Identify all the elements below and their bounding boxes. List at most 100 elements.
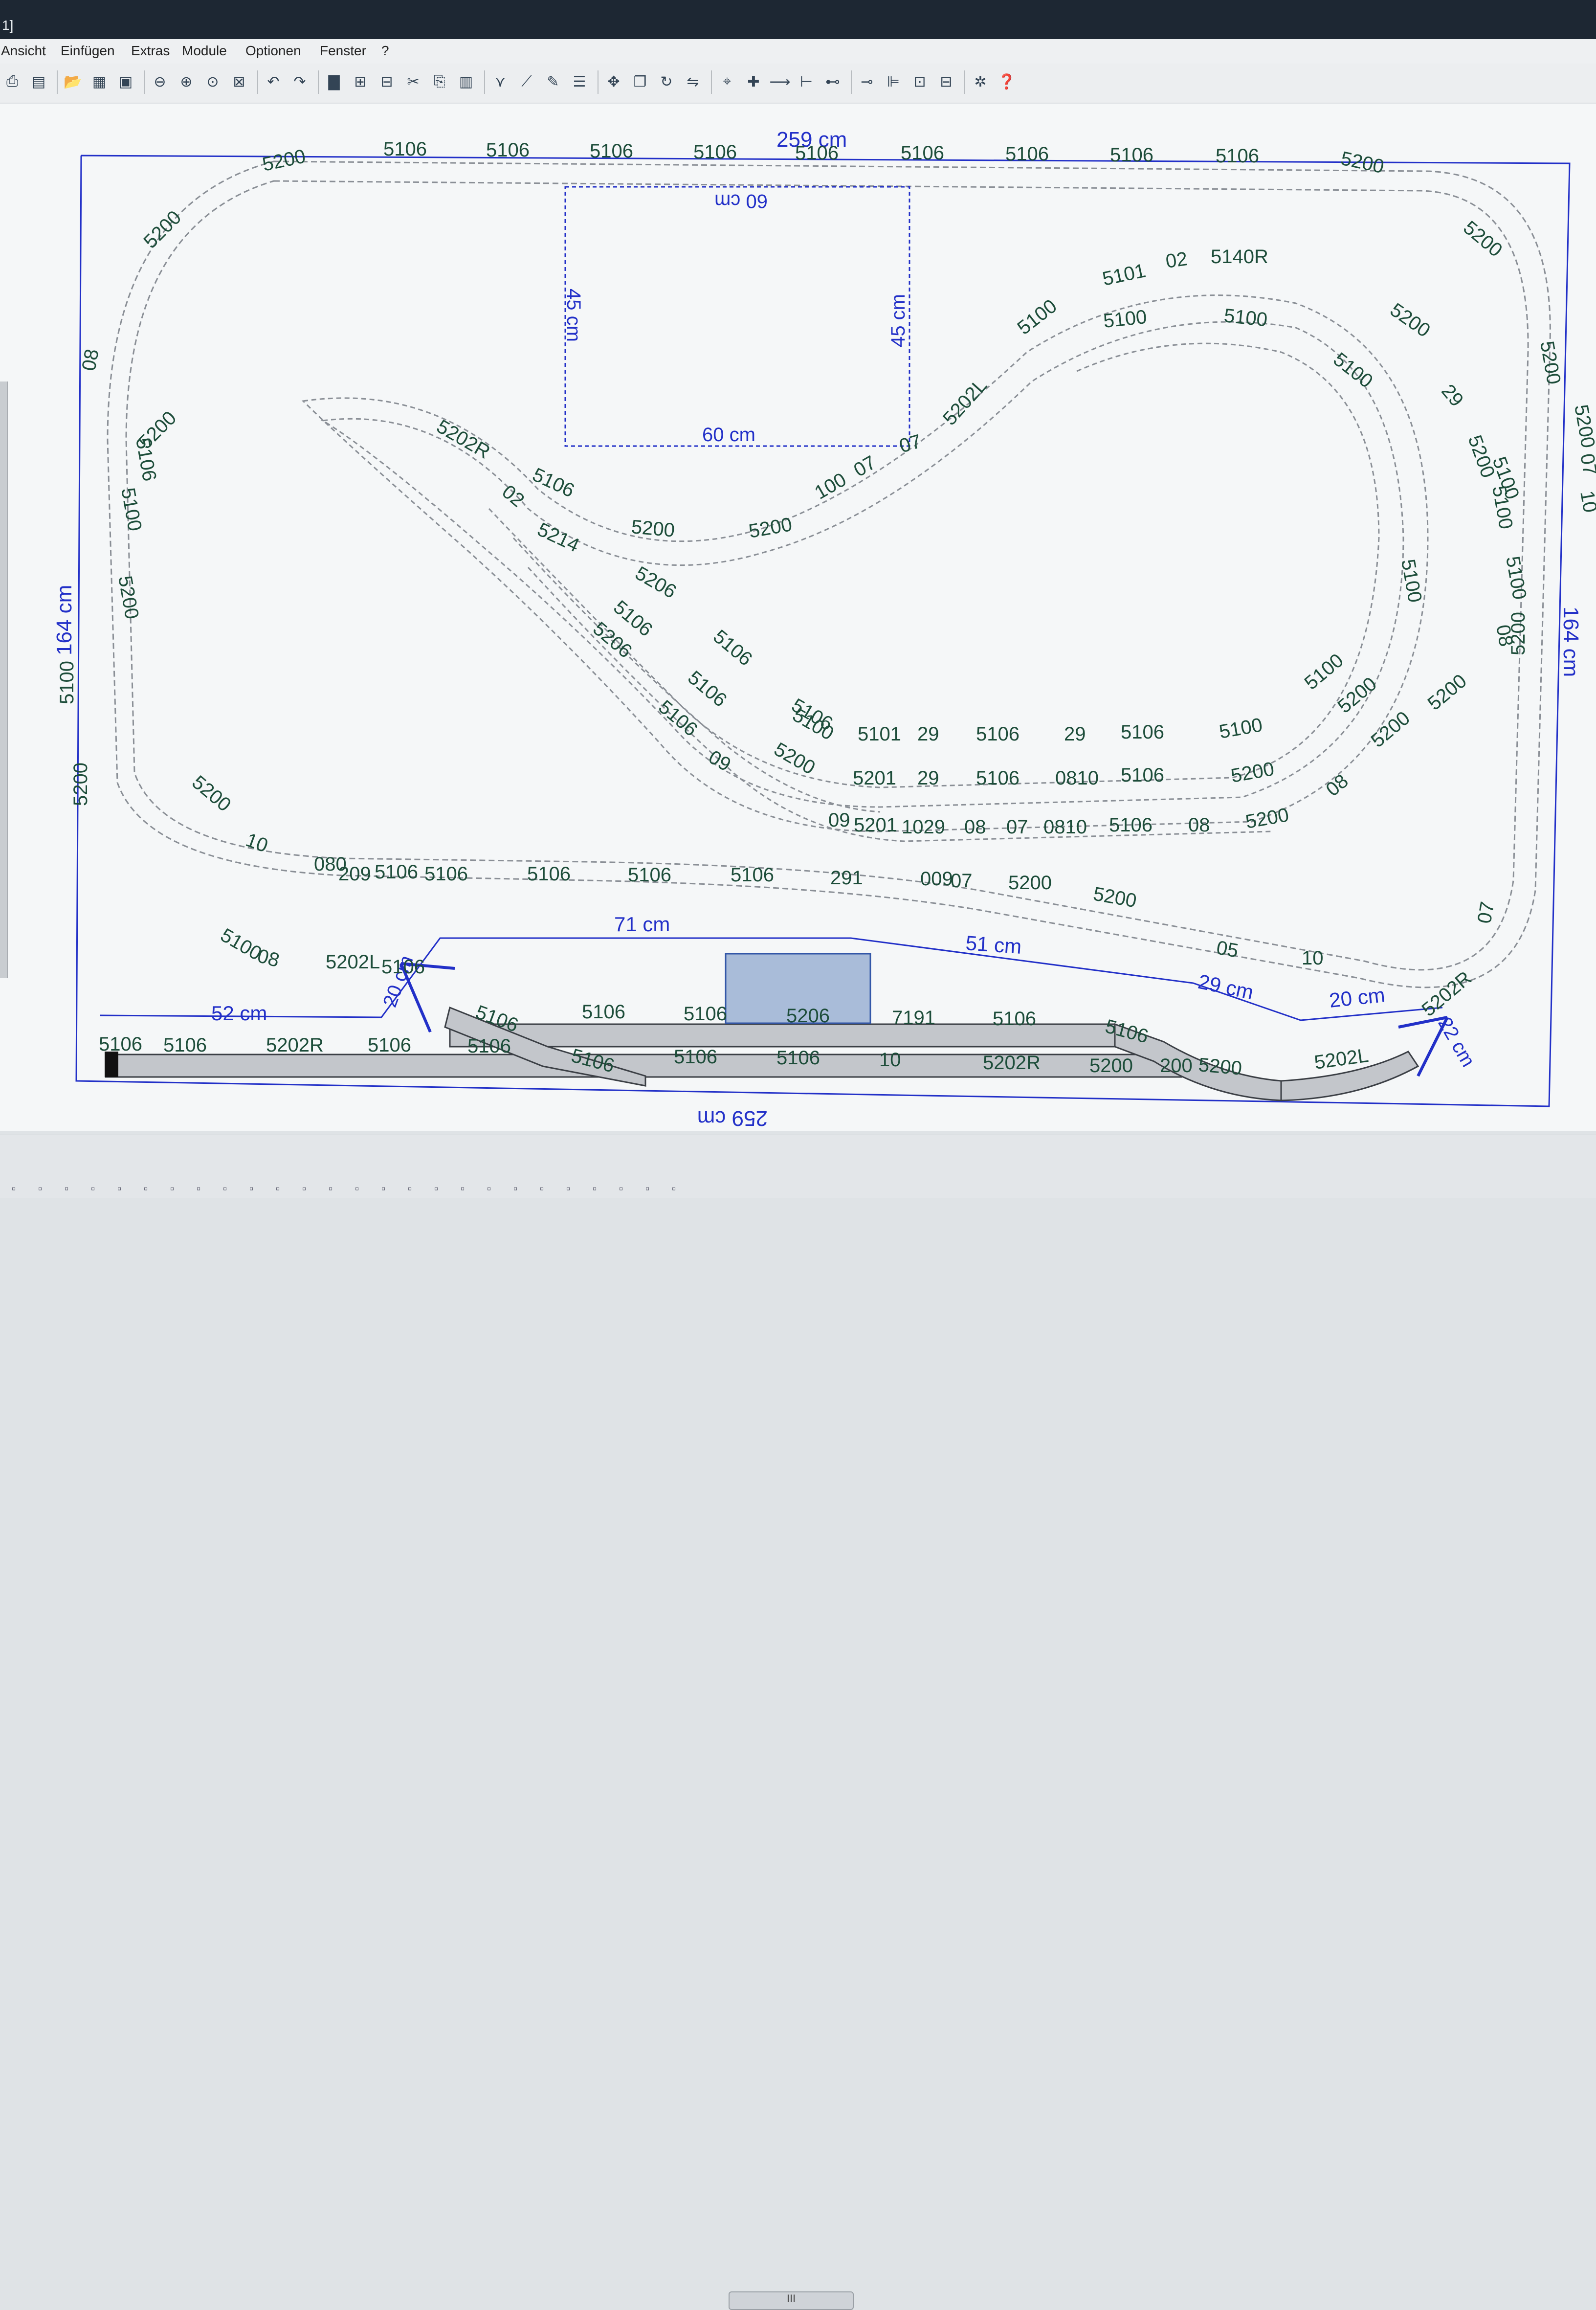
layer-button[interactable]: ▫ xyxy=(170,1182,175,1196)
track-label: 0810 xyxy=(1043,816,1087,838)
track-label: 5106 xyxy=(381,956,425,978)
layer-button[interactable]: ▫ xyxy=(249,1182,254,1196)
layer-button[interactable]: ▫ xyxy=(461,1182,465,1196)
inner-loop-e xyxy=(527,566,1272,842)
track-label: 5200 xyxy=(1334,673,1381,718)
track-label: 10 xyxy=(1302,947,1324,969)
track-label: 07 xyxy=(897,430,924,457)
layer-button[interactable]: ▫ xyxy=(381,1182,386,1196)
track-label: 5200 xyxy=(1089,1055,1133,1077)
track-label: 5100 xyxy=(1301,650,1348,694)
track-label: 5100 xyxy=(117,486,146,533)
track-label: 5106 xyxy=(731,864,774,886)
track-label: 5106 xyxy=(1121,764,1164,786)
track-label: 5200 xyxy=(747,514,794,542)
track-label: 0810 xyxy=(1055,767,1099,789)
track-label: 5106 xyxy=(976,723,1020,745)
layer-button[interactable]: ▫ xyxy=(329,1182,333,1196)
scroll-label: III xyxy=(786,2292,796,2305)
track-label: 02 xyxy=(1164,248,1189,272)
track-label: 5106 xyxy=(901,142,944,164)
layer-button[interactable]: ▫ xyxy=(540,1182,544,1196)
track-label: 08 xyxy=(78,347,103,372)
track-label: 5200 xyxy=(114,574,143,621)
outer-track-b xyxy=(125,180,1529,971)
layer-button[interactable]: ▫ xyxy=(117,1182,122,1196)
track-label: 5201 xyxy=(854,814,897,836)
track-label: 5106 xyxy=(467,1035,511,1057)
layer-button[interactable]: ▫ xyxy=(355,1182,359,1196)
dimension-platform-29: 29 cm xyxy=(1196,970,1256,1004)
horizontal-scrollbar[interactable]: III xyxy=(729,2291,854,2310)
layer-button[interactable]: ▫ xyxy=(434,1182,439,1196)
track-label: 5106 xyxy=(1216,145,1259,167)
dimension-bracket-right: 22 cm xyxy=(1434,1014,1479,1071)
inner-loop-a xyxy=(301,294,1429,832)
track-label: 29 xyxy=(1064,723,1086,745)
layer-button[interactable]: ▫ xyxy=(513,1182,518,1196)
layer-button[interactable]: ▫ xyxy=(672,1182,676,1196)
track-label: 5202R xyxy=(983,1052,1041,1074)
buffer-stop xyxy=(105,1052,118,1077)
layer-button[interactable]: ▫ xyxy=(144,1182,148,1196)
track-label: 07 xyxy=(1576,452,1596,477)
layer-button[interactable]: ▫ xyxy=(619,1182,623,1196)
track-label: 5200 xyxy=(1367,707,1414,752)
layer-button[interactable]: ▫ xyxy=(408,1182,412,1196)
track-label: 5106 xyxy=(590,140,633,162)
track-label: 05 xyxy=(1215,937,1240,962)
layer-button[interactable]: ▫ xyxy=(12,1182,16,1196)
track-label: 5200 xyxy=(1386,299,1434,341)
track-label: 5202L xyxy=(326,951,380,973)
track-label: 5200 xyxy=(1229,758,1276,787)
layer-button[interactable]: ▫ xyxy=(487,1182,491,1196)
track-label: 08 xyxy=(1188,814,1210,836)
dimension-box xyxy=(564,186,910,447)
track-label: 209 xyxy=(338,863,371,885)
layer-button[interactable]: ▫ xyxy=(276,1182,280,1196)
track-label: 5106 xyxy=(527,863,571,885)
track-label: 07 xyxy=(951,870,973,892)
track-label: 5106 xyxy=(582,1001,625,1023)
track-label: 5206 xyxy=(786,1005,830,1027)
layer-button[interactable]: ▫ xyxy=(645,1182,650,1196)
track-label: 5200 xyxy=(261,145,308,176)
track-label: 5100 xyxy=(1223,305,1268,331)
track-label: 100 xyxy=(811,469,850,503)
track-label: 5202R xyxy=(433,416,494,463)
layer-button[interactable]: ▫ xyxy=(91,1182,95,1196)
layer-button[interactable]: ▫ xyxy=(566,1182,571,1196)
layer-button[interactable]: ▫ xyxy=(197,1182,201,1196)
dimension-right-height: 164 cm xyxy=(1559,606,1583,677)
layer-button[interactable]: ▫ xyxy=(302,1182,307,1196)
track-label: 5100 xyxy=(1013,295,1061,339)
track-label: 09 xyxy=(828,809,850,831)
track-label: 5200 xyxy=(1570,403,1596,449)
track-label: 5101 xyxy=(858,723,901,745)
track-label: 5106 xyxy=(976,767,1020,789)
layer-button[interactable]: ▫ xyxy=(65,1182,69,1196)
track-label: 5106 xyxy=(1005,143,1049,165)
layer-button[interactable]: ▫ xyxy=(223,1182,227,1196)
track-label: 5100 xyxy=(1329,348,1376,392)
dimension-box-top: 60 cm xyxy=(714,190,768,212)
layer-button[interactable]: ▫ xyxy=(593,1182,597,1196)
track-label: 5200 xyxy=(1459,217,1506,261)
layer-button[interactable]: ▫ xyxy=(38,1182,43,1196)
dimension-platform-71: 71 cm xyxy=(614,913,670,936)
track-label: 5206 xyxy=(632,562,680,603)
track-label: 10 xyxy=(1576,489,1596,514)
track-label: 5106 xyxy=(163,1034,207,1056)
dimension-platform-20: 20 cm xyxy=(1328,983,1386,1012)
track-label: 08 xyxy=(964,816,986,838)
track-label: 5106 xyxy=(383,138,427,160)
track-label: 5200 xyxy=(139,206,185,252)
track-plan[interactable]: 259 cm259 cm164 cm 164 cm60 cm60 cm45 cm 4… xyxy=(0,0,1596,1197)
track-label: 5200 xyxy=(1536,339,1565,386)
track-label: 08 xyxy=(1322,770,1352,801)
track-label: 5200 xyxy=(1197,1054,1242,1079)
track-label: 02 xyxy=(498,481,528,511)
dimension-bottom-width: 259 cm xyxy=(697,1106,768,1130)
status-bar: III ▫ ▫ ▫ ▫ ▫ ▫ ▫ ▫ ▫ ▫ ▫ ▫ ▫ ▫ ▫ ▫ ▫ ▫ ▫ ▫ ▫ ▫ ▫ ▫ ▫ ▫ xyxy=(0,1135,1596,2310)
track-label: 5200 xyxy=(1424,670,1471,715)
